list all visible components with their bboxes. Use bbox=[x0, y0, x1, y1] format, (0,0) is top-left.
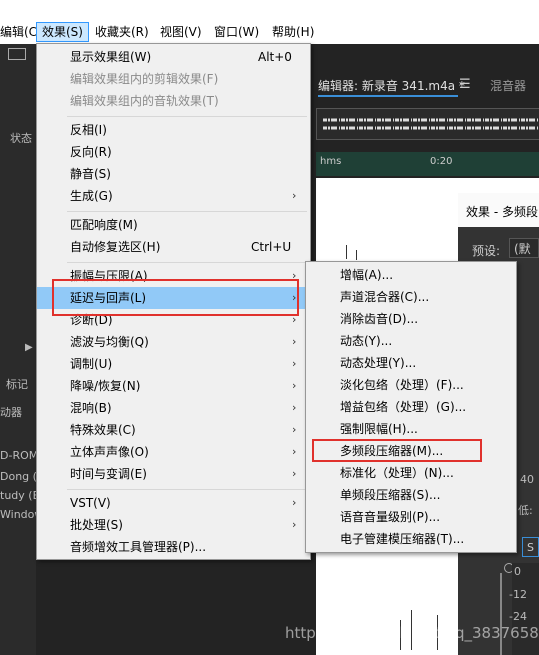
meter-label-12: -12 bbox=[509, 588, 527, 601]
editor-tab[interactable]: 编辑器: 新录音 341.m4a * bbox=[318, 77, 465, 94]
menu-item-generate[interactable]: 生成(G) › bbox=[37, 185, 310, 207]
submenu-item-normalize[interactable]: 标准化（处理）(N)... bbox=[306, 462, 516, 484]
menu-item-reverse[interactable]: 反向(R) bbox=[37, 141, 310, 163]
menu-item-plugin-manager[interactable]: 音频增效工具管理器(P)... bbox=[37, 536, 310, 558]
menu-item-modulation[interactable]: 调制(U) › bbox=[37, 353, 310, 375]
menu-item-filter-eq[interactable]: 滤波与均衡(Q) › bbox=[37, 331, 310, 353]
submenu-arrow-icon: › bbox=[292, 445, 297, 458]
menu-separator bbox=[67, 489, 307, 490]
submenu-arrow-icon: › bbox=[292, 467, 297, 480]
amplitude-submenu: 增幅(A)... 声道混合器(C)... 消除齿音(D)... 动态(Y)...… bbox=[305, 261, 517, 553]
timeline-mark: 0:20 bbox=[430, 156, 453, 167]
menu-item-show-effects-rack[interactable]: 显示效果组(W) Alt+0 bbox=[37, 46, 310, 68]
menu-item-match-loudness[interactable]: 匹配响度(M) bbox=[37, 214, 310, 236]
play-icon[interactable]: ▶ bbox=[25, 342, 33, 353]
dialog-value-40: 40 bbox=[520, 473, 534, 486]
left-label-markers: 标记 bbox=[6, 378, 28, 391]
menu-help[interactable]: 帮助(H) bbox=[267, 23, 319, 41]
panel-menu-icon[interactable]: ☰ bbox=[459, 77, 471, 92]
submenu-item-fade-envelope[interactable]: 淡化包络（处理）(F)... bbox=[306, 374, 516, 396]
menu-separator bbox=[67, 116, 307, 117]
menu-view[interactable]: 视图(V) bbox=[155, 23, 207, 41]
submenu-arrow-icon: › bbox=[292, 357, 297, 370]
left-label-cdrom: D-ROM bbox=[0, 449, 39, 462]
menu-separator bbox=[67, 211, 307, 212]
menu-window[interactable]: 窗口(W) bbox=[209, 23, 264, 41]
keyboard-icon bbox=[8, 48, 26, 60]
submenu-item-dynamics-processing[interactable]: 动态处理(Y)... bbox=[306, 352, 516, 374]
submenu-item-dynamics[interactable]: 动态(Y)... bbox=[306, 330, 516, 352]
menu-item-stereo-imagery[interactable]: 立体声声像(O) › bbox=[37, 441, 310, 463]
menu-item-batch[interactable]: 批处理(S) › bbox=[37, 514, 310, 536]
left-label-study: tudy (E bbox=[0, 489, 40, 502]
submenu-item-gain-envelope[interactable]: 增益包络（处理）(G)... bbox=[306, 396, 516, 418]
timeline-unit: hms bbox=[320, 156, 342, 167]
submenu-arrow-icon: › bbox=[292, 335, 297, 348]
dialog-label-low: 低: bbox=[518, 504, 533, 517]
left-label-status: 状态 bbox=[10, 132, 32, 145]
submenu-arrow-icon: › bbox=[292, 423, 297, 436]
submenu-item-single-band-compressor[interactable]: 单频段压缩器(S)... bbox=[306, 484, 516, 506]
menu-item-vst[interactable]: VST(V) › bbox=[37, 492, 310, 514]
waveform-spike bbox=[346, 245, 347, 259]
menu-item-silence[interactable]: 静音(S) bbox=[37, 163, 310, 185]
annotation-box-delay-echo bbox=[52, 279, 299, 316]
submenu-item-tube-modeled-compressor[interactable]: 电子管建模压缩器(T)... bbox=[306, 528, 516, 550]
submenu-item-deesser[interactable]: 消除齿音(D)... bbox=[306, 308, 516, 330]
waveform-overview[interactable] bbox=[316, 108, 539, 140]
preset-label: 预设: bbox=[472, 244, 501, 258]
overview-waveform bbox=[323, 118, 539, 130]
submenu-item-speech-volume-leveler[interactable]: 语音音量级别(P)... bbox=[306, 506, 516, 528]
shortcut-ctrl-u: Ctrl+U bbox=[251, 240, 292, 254]
meter-slider[interactable] bbox=[500, 573, 502, 655]
menu-effects[interactable]: 效果(S) bbox=[36, 22, 89, 42]
menu-item-special[interactable]: 特殊效果(C) › bbox=[37, 419, 310, 441]
left-label-drive: 动器 bbox=[0, 406, 22, 419]
submenu-arrow-icon: › bbox=[292, 518, 297, 531]
menu-item-edit-clip-effects[interactable]: 编辑效果组内的剪辑效果(F) bbox=[37, 68, 310, 90]
mixer-tab[interactable]: 混音器 bbox=[490, 77, 526, 94]
submenu-arrow-icon: › bbox=[292, 189, 297, 202]
menubar: 编辑(C) 效果(S) 收藏夹(R) 视图(V) 窗口(W) 帮助(H) bbox=[0, 0, 539, 44]
timeline-ruler[interactable]: hms 0:20 bbox=[316, 152, 539, 176]
shortcut-alt-0: Alt+0 bbox=[258, 50, 292, 64]
annotation-box-multiband-compressor bbox=[312, 439, 482, 462]
effect-dialog-title: 效果 - 多频段 bbox=[466, 205, 538, 219]
watermark: https://blog.csdn.net/qq_38376586 bbox=[285, 624, 539, 642]
menu-item-edit-track-effects[interactable]: 编辑效果组内的音轨效果(T) bbox=[37, 90, 310, 112]
submenu-item-hard-limiter[interactable]: 强制限幅(H)... bbox=[306, 418, 516, 440]
meter-label-24: -24 bbox=[509, 610, 527, 623]
submenu-arrow-icon: › bbox=[292, 496, 297, 509]
submenu-item-amplify[interactable]: 增幅(A)... bbox=[306, 264, 516, 286]
waveform-spike bbox=[356, 250, 357, 260]
dialog-button[interactable]: S bbox=[522, 537, 539, 557]
menu-item-invert[interactable]: 反相(I) bbox=[37, 119, 310, 141]
menu-item-reverb[interactable]: 混响(B) › bbox=[37, 397, 310, 419]
menu-separator bbox=[67, 262, 307, 263]
editor-tab-indicator bbox=[318, 95, 458, 97]
submenu-item-channel-mixer[interactable]: 声道混合器(C)... bbox=[306, 286, 516, 308]
menu-item-time-pitch[interactable]: 时间与变调(E) › bbox=[37, 463, 310, 485]
menu-item-noise-reduction[interactable]: 降噪/恢复(N) › bbox=[37, 375, 310, 397]
submenu-arrow-icon: › bbox=[292, 379, 297, 392]
submenu-arrow-icon: › bbox=[292, 401, 297, 414]
menu-favorites[interactable]: 收藏夹(R) bbox=[90, 23, 154, 41]
menu-item-auto-heal[interactable]: 自动修复选区(H) Ctrl+U bbox=[37, 236, 310, 258]
preset-select[interactable]: (默 bbox=[509, 238, 539, 258]
meter-label-0: 0 bbox=[514, 565, 521, 578]
